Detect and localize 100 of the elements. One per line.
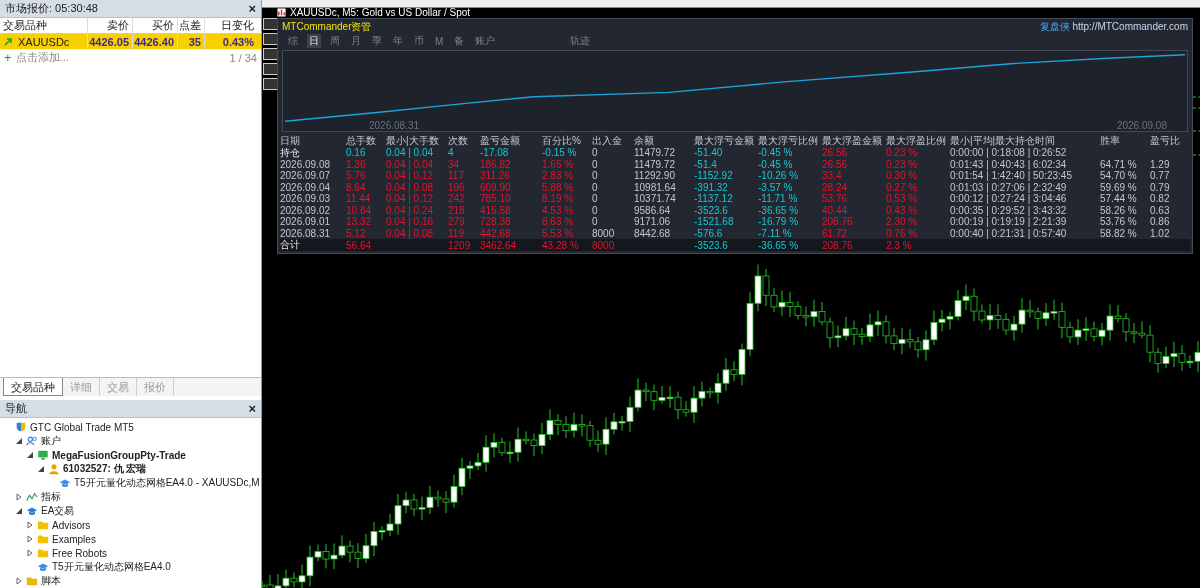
table-cell: 28.24 bbox=[822, 181, 848, 193]
column-header: 最大浮盈比例 bbox=[886, 134, 947, 148]
axis-label: 2026.09.08 bbox=[1116, 120, 1167, 131]
table-cell: 0 bbox=[592, 216, 598, 228]
period-tab[interactable]: 周 bbox=[328, 34, 342, 48]
tree-item[interactable]: MegaFusionGroupPty-Trade bbox=[52, 449, 186, 461]
tree-item[interactable]: GTC Global Trade MT5 bbox=[30, 421, 134, 433]
experts-icon bbox=[26, 505, 38, 517]
tree-item[interactable]: Advisors bbox=[52, 519, 91, 531]
table-cell: 3462.64 bbox=[480, 239, 517, 251]
table-cell: 10.84 bbox=[346, 204, 372, 216]
close-icon[interactable]: × bbox=[248, 1, 256, 16]
table-cell: 64.71 % bbox=[1100, 158, 1137, 170]
tree-toggle-icon[interactable] bbox=[15, 493, 23, 501]
table-cell: -391.32 bbox=[694, 181, 728, 193]
tree-item[interactable]: Examples bbox=[52, 533, 96, 545]
trace-tab[interactable]: 轨迹 bbox=[568, 34, 593, 48]
close-icon[interactable]: × bbox=[248, 401, 256, 416]
table-cell: 8.64 bbox=[346, 181, 366, 193]
table-cell: -0.15 % bbox=[542, 147, 577, 159]
column-header: 胜率 bbox=[1100, 134, 1121, 148]
table-cell: 53.76 bbox=[822, 193, 848, 205]
column-header: 出入金 bbox=[592, 134, 623, 148]
table-cell: 0.63 bbox=[1150, 204, 1170, 216]
table-cell: 0.77 bbox=[1150, 170, 1170, 182]
table-cell: 0.23 % bbox=[886, 158, 918, 170]
period-tab[interactable]: 账户 bbox=[473, 34, 498, 48]
table-cell: 5.53 % bbox=[542, 227, 574, 239]
period-tab[interactable]: 季 bbox=[370, 34, 384, 48]
site-link[interactable]: http://MTCommander.com bbox=[1072, 20, 1188, 32]
table-cell: 0.04 | 0.08 bbox=[386, 181, 434, 193]
table-cell: 0.04 | 0.16 bbox=[386, 216, 434, 228]
column-header[interactable]: 交易品种 bbox=[0, 18, 88, 33]
table-cell: 311.26 bbox=[480, 170, 510, 182]
tree-item[interactable]: T5开元量化动态网格EA4.0 bbox=[52, 560, 171, 574]
table-cell: 0.04 | 0.04 bbox=[386, 158, 434, 170]
tree-toggle-icon[interactable] bbox=[26, 451, 34, 459]
column-header: 百分比% bbox=[542, 134, 582, 148]
table-cell: 218 bbox=[448, 204, 465, 216]
plus-icon[interactable]: + bbox=[4, 50, 12, 65]
folder-icon bbox=[37, 519, 49, 531]
table-cell: 609.90 bbox=[480, 181, 511, 193]
panel-tab[interactable]: 交易品种 bbox=[3, 378, 63, 396]
symbol-row[interactable]: XAUUSDc 4426.05 4426.40 35 0.43% bbox=[0, 34, 261, 50]
tree-toggle-icon[interactable] bbox=[15, 507, 23, 515]
table-cell: 10371.74 bbox=[634, 193, 676, 205]
period-tab[interactable]: 综 bbox=[286, 34, 300, 48]
tree-toggle-icon[interactable] bbox=[15, 437, 23, 445]
column-header[interactable]: 点差 bbox=[178, 18, 205, 33]
column-header[interactable]: 日变化 bbox=[205, 18, 257, 33]
table-cell: 56.64 bbox=[346, 239, 372, 251]
table-cell: 持仓 bbox=[280, 146, 300, 158]
tree-toggle-icon[interactable] bbox=[26, 521, 34, 529]
table-cell: 0:01:54 | 1:42:40 | 50:23:45 bbox=[950, 170, 1072, 182]
table-cell: 117 bbox=[448, 170, 464, 182]
table-cell: 1.29 bbox=[1150, 158, 1170, 170]
table-cell: 1209 bbox=[448, 239, 471, 251]
bid-price: 4426.05 bbox=[88, 34, 133, 49]
column-header: 最大浮亏金额 bbox=[694, 134, 755, 148]
column-header[interactable]: 卖价 bbox=[88, 18, 133, 33]
tree-item[interactable]: 指标 bbox=[41, 490, 61, 504]
column-header: 最小|大手数 bbox=[386, 134, 440, 148]
ask-price: 4426.40 bbox=[133, 34, 178, 49]
tree-item[interactable]: 脚本 bbox=[41, 574, 61, 588]
table-cell: 0.04 | 0.12 bbox=[386, 193, 434, 205]
daily-change: 0.43% bbox=[221, 34, 255, 49]
table-cell: 279 bbox=[448, 216, 465, 228]
tree-item[interactable]: EA交易 bbox=[41, 504, 75, 518]
tree-item[interactable]: Free Robots bbox=[52, 547, 108, 559]
table-cell: 4.53 % bbox=[542, 204, 574, 216]
column-header[interactable]: 买价 bbox=[133, 18, 178, 33]
period-tab[interactable]: 月 bbox=[349, 34, 363, 48]
tree-toggle-icon[interactable] bbox=[37, 465, 45, 473]
table-cell: 10981.64 bbox=[634, 181, 676, 193]
add-symbol-link[interactable]: 点击添加... bbox=[15, 50, 69, 65]
table-cell: -3523.6 bbox=[694, 204, 728, 216]
tree-item[interactable]: 账户 bbox=[41, 434, 61, 448]
table-cell: 58.26 % bbox=[1100, 204, 1137, 216]
period-tab[interactable]: M bbox=[433, 35, 446, 47]
symbol-name: XAUUSDc bbox=[18, 35, 70, 48]
tree-toggle-icon[interactable] bbox=[15, 577, 23, 585]
server-icon bbox=[15, 421, 27, 433]
tree-item[interactable]: 61032527: 仇 宏瑞 bbox=[63, 462, 147, 476]
tree-item[interactable]: T5开元量化动态网格EA4.0 - XAUUSDc,M bbox=[74, 476, 260, 490]
table-cell: 0 bbox=[592, 147, 598, 159]
table-cell: -16.79 % bbox=[758, 216, 799, 228]
tree-toggle-icon[interactable] bbox=[26, 535, 34, 543]
table-cell: 2.30 % bbox=[886, 216, 918, 228]
table-cell: 186.82 bbox=[480, 158, 511, 170]
table-cell: 57.44 % bbox=[1100, 193, 1137, 205]
table-cell: 0.23 % bbox=[886, 147, 918, 159]
up-arrow-icon bbox=[3, 36, 13, 47]
tree-toggle-icon[interactable] bbox=[26, 549, 34, 557]
period-tab[interactable]: 币 bbox=[412, 34, 426, 48]
table-cell: 58.82 % bbox=[1100, 227, 1137, 239]
period-tab[interactable]: 年 bbox=[391, 34, 405, 48]
column-header: 最大浮盈金额 bbox=[822, 134, 883, 148]
table-cell: 0 bbox=[592, 204, 598, 216]
period-tab[interactable]: 日 bbox=[307, 34, 321, 48]
period-tab[interactable]: 备 bbox=[452, 34, 467, 48]
